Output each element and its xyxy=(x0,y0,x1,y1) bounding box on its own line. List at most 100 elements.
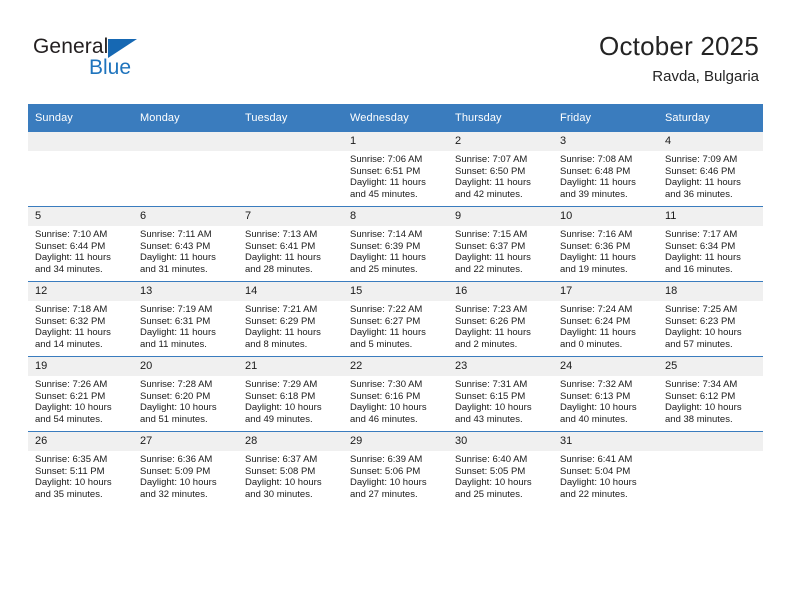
daylight-text-line1: Daylight: 10 hours xyxy=(245,402,322,414)
sunrise-text: Sunrise: 6:36 AM xyxy=(140,454,213,465)
day-number: 15 xyxy=(343,282,448,301)
day-details: Sunrise: 6:35 AM Sunset: 5:11 PM Daylight:… xyxy=(28,451,133,500)
calendar-day-cell[interactable]: 23 Sunrise: 7:31 AM Sunset: 6:15 PM Dayligh… xyxy=(448,356,553,432)
calendar-day-cell[interactable]: 27 Sunrise: 6:36 AM Sunset: 5:09 PM Dayligh… xyxy=(133,431,238,506)
day-number: 10 xyxy=(553,207,658,226)
sunrise-text: Sunrise: 7:08 AM xyxy=(560,154,633,165)
day-details: Sunrise: 7:29 AM Sunset: 6:18 PM Daylight:… xyxy=(238,376,343,425)
day-number xyxy=(238,132,343,151)
calendar-day-cell[interactable]: 1 Sunrise: 7:06 AM Sunset: 6:51 PM Daylight… xyxy=(343,132,448,207)
sunrise-text: Sunrise: 7:21 AM xyxy=(245,304,318,315)
calendar-day-cell[interactable]: 2 Sunrise: 7:07 AM Sunset: 6:50 PM Daylight… xyxy=(448,132,553,207)
location-subtitle: Ravda, Bulgaria xyxy=(652,68,759,85)
sunrise-text: Sunrise: 7:11 AM xyxy=(140,229,212,240)
day-details: Sunrise: 7:32 AM Sunset: 6:13 PM Daylight:… xyxy=(553,376,658,425)
daylight-text-line1: Daylight: 10 hours xyxy=(455,402,532,414)
sunset-text: Sunset: 6:43 PM xyxy=(140,240,211,252)
day-number: 27 xyxy=(133,432,238,451)
day-details: Sunrise: 7:16 AM Sunset: 6:36 PM Daylight:… xyxy=(553,226,658,275)
daylight-text-line1: Daylight: 10 hours xyxy=(350,477,427,489)
day-number: 26 xyxy=(28,432,133,451)
calendar-day-cell[interactable]: 4 Sunrise: 7:09 AM Sunset: 6:46 PM Daylight… xyxy=(658,132,763,207)
day-details: Sunrise: 7:30 AM Sunset: 6:16 PM Daylight:… xyxy=(343,376,448,425)
calendar-table: Sunday Monday Tuesday Wednesday Thursday… xyxy=(28,104,763,506)
calendar-day-cell[interactable]: 16 Sunrise: 7:23 AM Sunset: 6:26 PM Dayligh… xyxy=(448,281,553,357)
calendar-day-cell[interactable]: 13 Sunrise: 7:19 AM Sunset: 6:31 PM Dayligh… xyxy=(133,281,238,357)
calendar-day-cell[interactable]: 3 Sunrise: 7:08 AM Sunset: 6:48 PM Daylight… xyxy=(553,132,658,207)
sunset-text: Sunset: 6:31 PM xyxy=(140,315,211,327)
sunset-text: Sunset: 5:05 PM xyxy=(455,465,526,477)
day-details: Sunrise: 6:36 AM Sunset: 5:09 PM Daylight:… xyxy=(133,451,238,500)
daylight-text-line1: Daylight: 10 hours xyxy=(245,477,322,489)
daylight-text-line2: and 28 minutes. xyxy=(245,263,313,275)
calendar-day-cell[interactable]: 19 Sunrise: 7:26 AM Sunset: 6:21 PM Dayligh… xyxy=(28,356,133,432)
daylight-text-line2: and 34 minutes. xyxy=(35,263,103,275)
calendar-day-cell[interactable]: 12 Sunrise: 7:18 AM Sunset: 6:32 PM Dayligh… xyxy=(28,281,133,357)
day-number: 25 xyxy=(658,357,763,376)
day-number: 9 xyxy=(448,207,553,226)
daylight-text-line2: and 8 minutes. xyxy=(245,338,308,350)
logo-text-blue: Blue xyxy=(89,56,132,79)
sunset-text: Sunset: 6:39 PM xyxy=(350,240,421,252)
sunrise-text: Sunrise: 7:25 AM xyxy=(665,304,738,315)
calendar-day-cell[interactable]: 9 Sunrise: 7:15 AM Sunset: 6:37 PM Daylight… xyxy=(448,206,553,282)
daylight-text-line1: Daylight: 11 hours xyxy=(560,327,636,339)
day-number: 8 xyxy=(343,207,448,226)
calendar-day-cell[interactable]: 5 Sunrise: 7:10 AM Sunset: 6:44 PM Daylight… xyxy=(28,206,133,282)
calendar-day-cell[interactable]: 24 Sunrise: 7:32 AM Sunset: 6:13 PM Dayligh… xyxy=(553,356,658,432)
page-title: October 2025 xyxy=(599,31,759,61)
daylight-text-line2: and 49 minutes. xyxy=(245,413,313,425)
daylight-text-line2: and 43 minutes. xyxy=(455,413,523,425)
day-number: 19 xyxy=(28,357,133,376)
calendar-day-cell[interactable]: 26 Sunrise: 6:35 AM Sunset: 5:11 PM Dayligh… xyxy=(28,431,133,506)
daylight-text-line2: and 45 minutes. xyxy=(350,188,418,200)
day-details: Sunrise: 7:07 AM Sunset: 6:50 PM Daylight:… xyxy=(448,151,553,200)
calendar-day-cell[interactable]: 22 Sunrise: 7:30 AM Sunset: 6:16 PM Dayligh… xyxy=(343,356,448,432)
calendar-week-row: 5 Sunrise: 7:10 AM Sunset: 6:44 PM Daylight… xyxy=(28,206,763,282)
sunset-text: Sunset: 6:12 PM xyxy=(665,390,736,402)
calendar-day-cell[interactable]: 21 Sunrise: 7:29 AM Sunset: 6:18 PM Dayligh… xyxy=(238,356,343,432)
calendar-day-cell[interactable]: 29 Sunrise: 6:39 AM Sunset: 5:06 PM Dayligh… xyxy=(343,431,448,506)
calendar-day-cell[interactable]: 28 Sunrise: 6:37 AM Sunset: 5:08 PM Dayligh… xyxy=(238,431,343,506)
daylight-text-line1: Daylight: 11 hours xyxy=(560,177,636,189)
sunset-text: Sunset: 6:50 PM xyxy=(455,165,526,177)
sunrise-text: Sunrise: 7:34 AM xyxy=(665,379,738,390)
day-details: Sunrise: 6:37 AM Sunset: 5:08 PM Daylight:… xyxy=(238,451,343,500)
sunrise-text: Sunrise: 6:40 AM xyxy=(455,454,528,465)
sunset-text: Sunset: 6:48 PM xyxy=(560,165,631,177)
day-number: 16 xyxy=(448,282,553,301)
weekday-header-sunday: Sunday xyxy=(28,104,133,132)
daylight-text-line2: and 22 minutes. xyxy=(455,263,523,275)
day-details: Sunrise: 7:17 AM Sunset: 6:34 PM Daylight:… xyxy=(658,226,763,275)
day-number: 3 xyxy=(553,132,658,151)
calendar-day-cell[interactable]: 7 Sunrise: 7:13 AM Sunset: 6:41 PM Daylight… xyxy=(238,206,343,282)
calendar-day-cell[interactable]: 31 Sunrise: 6:41 AM Sunset: 5:04 PM Dayligh… xyxy=(553,431,658,506)
day-number: 13 xyxy=(133,282,238,301)
calendar-day-cell[interactable]: 20 Sunrise: 7:28 AM Sunset: 6:20 PM Dayligh… xyxy=(133,356,238,432)
calendar-day-cell[interactable]: 25 Sunrise: 7:34 AM Sunset: 6:12 PM Dayligh… xyxy=(658,356,763,432)
daylight-text-line1: Daylight: 10 hours xyxy=(560,477,637,489)
daylight-text-line1: Daylight: 10 hours xyxy=(665,402,742,414)
sunrise-text: Sunrise: 7:09 AM xyxy=(665,154,738,165)
calendar-day-cell[interactable]: 10 Sunrise: 7:16 AM Sunset: 6:36 PM Dayligh… xyxy=(553,206,658,282)
general-blue-logo[interactable]: General Blue xyxy=(33,36,213,86)
calendar-day-cell[interactable]: 15 Sunrise: 7:22 AM Sunset: 6:27 PM Dayligh… xyxy=(343,281,448,357)
calendar-day-cell[interactable]: 6 Sunrise: 7:11 AM Sunset: 6:43 PM Daylight… xyxy=(133,206,238,282)
calendar-day-cell[interactable]: 14 Sunrise: 7:21 AM Sunset: 6:29 PM Dayligh… xyxy=(238,281,343,357)
sunset-text: Sunset: 5:09 PM xyxy=(140,465,211,477)
calendar-day-cell[interactable]: 30 Sunrise: 6:40 AM Sunset: 5:05 PM Dayligh… xyxy=(448,431,553,506)
daylight-text-line1: Daylight: 11 hours xyxy=(140,327,216,339)
daylight-text-line1: Daylight: 10 hours xyxy=(455,477,532,489)
sunrise-text: Sunrise: 6:37 AM xyxy=(245,454,318,465)
calendar-day-cell[interactable]: 11 Sunrise: 7:17 AM Sunset: 6:34 PM Dayligh… xyxy=(658,206,763,282)
daylight-text-line2: and 31 minutes. xyxy=(140,263,208,275)
calendar-day-cell[interactable]: 18 Sunrise: 7:25 AM Sunset: 6:23 PM Dayligh… xyxy=(658,281,763,357)
day-details: Sunrise: 7:34 AM Sunset: 6:12 PM Daylight:… xyxy=(658,376,763,425)
day-number: 31 xyxy=(553,432,658,451)
calendar-day-cell[interactable]: 17 Sunrise: 7:24 AM Sunset: 6:24 PM Dayligh… xyxy=(553,281,658,357)
sunrise-text: Sunrise: 7:30 AM xyxy=(350,379,423,390)
weekday-header-saturday: Saturday xyxy=(658,104,763,132)
sunset-text: Sunset: 6:29 PM xyxy=(245,315,316,327)
daylight-text-line2: and 42 minutes. xyxy=(455,188,523,200)
calendar-day-cell[interactable]: 8 Sunrise: 7:14 AM Sunset: 6:39 PM Daylight… xyxy=(343,206,448,282)
